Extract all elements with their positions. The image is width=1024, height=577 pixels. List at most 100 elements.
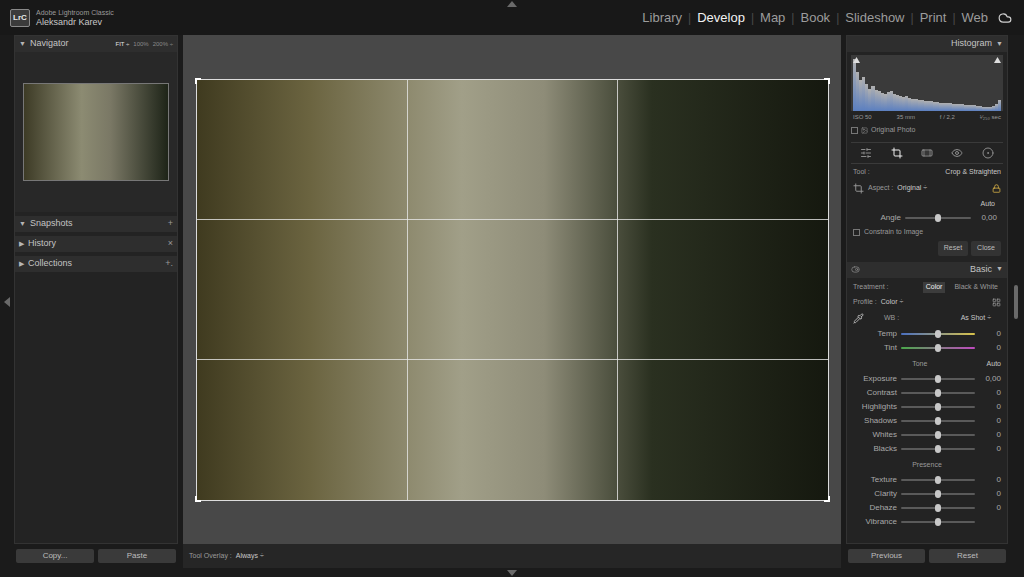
left-edge[interactable]	[0, 35, 14, 568]
bottom-edge[interactable]	[0, 568, 1024, 577]
bottom-button[interactable]: Copy...	[16, 549, 94, 563]
slider-track[interactable]	[901, 420, 975, 422]
checkbox[interactable]	[853, 229, 860, 236]
slider-thumb[interactable]	[935, 375, 941, 383]
panel-header[interactable]: ▶History×	[15, 236, 177, 252]
crop-handle[interactable]	[824, 496, 830, 502]
slider-track[interactable]	[901, 507, 975, 509]
profile-value[interactable]: Color ÷	[881, 297, 904, 308]
slider-thumb[interactable]	[935, 490, 941, 498]
navigator-header[interactable]: ▼NavigatorFIT ÷100%200% ÷	[15, 36, 177, 52]
treatment-option[interactable]: Color	[923, 282, 946, 293]
slider-track[interactable]	[901, 406, 975, 408]
slider-thumb[interactable]	[935, 417, 941, 425]
slider-track[interactable]	[901, 378, 975, 380]
treatment-option[interactable]: Black & White	[951, 282, 1001, 293]
slider-thumb[interactable]	[935, 344, 941, 352]
slider-thumb[interactable]	[935, 504, 941, 512]
tool-button[interactable]	[951, 147, 963, 159]
bottom-button[interactable]: Reset	[929, 549, 1006, 563]
aspect-value[interactable]: Original ÷	[897, 183, 927, 194]
lock-icon[interactable]	[992, 184, 1001, 193]
navigator-preview[interactable]	[23, 83, 169, 181]
slider-value[interactable]: 0	[979, 329, 1001, 339]
slider-value[interactable]: 0	[979, 503, 1001, 513]
crop-button[interactable]: Reset	[938, 241, 968, 256]
panel-action[interactable]: ×	[168, 237, 173, 251]
slider-value[interactable]: 0	[979, 430, 1001, 440]
clipping-indicator-icon[interactable]	[994, 57, 1001, 63]
slider-thumb[interactable]	[935, 445, 941, 453]
slider-value[interactable]: 0,00	[979, 374, 1001, 384]
module-tab[interactable]: Develop	[697, 8, 745, 28]
slider-track[interactable]	[901, 479, 975, 481]
slider-track[interactable]	[901, 434, 975, 436]
slider-track[interactable]	[901, 347, 975, 349]
bottom-button[interactable]: Paste	[98, 549, 176, 563]
tool-button[interactable]	[921, 147, 933, 159]
slider-thumb[interactable]	[935, 330, 941, 338]
panel-action[interactable]: +.	[165, 257, 173, 271]
filmstrip-arrow-icon[interactable]	[507, 570, 517, 576]
slider-value[interactable]: 0	[979, 416, 1001, 426]
wb-value[interactable]: As Shot ÷	[961, 313, 991, 324]
module-tab[interactable]: Slideshow	[845, 8, 904, 28]
cloud-sync-icon[interactable]	[998, 11, 1012, 25]
slider-thumb[interactable]	[935, 476, 941, 484]
slider-track[interactable]	[905, 217, 971, 219]
scrollbar-thumb[interactable]	[1014, 285, 1018, 319]
eyedropper-icon[interactable]	[853, 313, 864, 324]
slider-thumb[interactable]	[935, 518, 941, 526]
zoom-option[interactable]: 100%	[133, 40, 148, 49]
slider-value[interactable]: 0	[979, 388, 1001, 398]
crop-handle[interactable]	[824, 78, 830, 84]
histogram-header[interactable]: Histogram▼	[847, 36, 1007, 52]
top-panel-arrow-icon[interactable]	[507, 1, 517, 7]
panel-switch-icon[interactable]	[851, 265, 860, 274]
slider-value[interactable]: 0,00	[975, 213, 997, 223]
top-panel-toggle[interactable]	[507, 1, 517, 7]
toolbar-value[interactable]: Always ÷	[236, 551, 264, 562]
auto-tone-button[interactable]: Auto	[987, 359, 1001, 370]
slider-track[interactable]	[901, 392, 975, 394]
slider-value[interactable]: 0	[979, 343, 1001, 353]
panel-header[interactable]: ▼Snapshots+	[15, 216, 177, 232]
slider-value[interactable]: 0	[979, 402, 1001, 412]
slider-value[interactable]: 0	[979, 489, 1001, 499]
slider-track[interactable]	[901, 333, 975, 335]
slider-value[interactable]: 0	[979, 444, 1001, 454]
panel-header[interactable]: ▶Collections+.	[15, 256, 177, 272]
basic-header[interactable]: Basic▼	[847, 262, 1007, 278]
module-tab[interactable]: Map	[760, 8, 785, 28]
crop-frame-icon[interactable]	[853, 183, 864, 194]
module-tab[interactable]: Library	[642, 8, 682, 28]
crop-overlay[interactable]	[196, 79, 829, 501]
module-tab[interactable]: Print	[920, 8, 947, 28]
profile-browser-icon[interactable]	[992, 298, 1001, 307]
module-tab[interactable]: Web	[962, 8, 989, 28]
slider-track[interactable]	[901, 493, 975, 495]
zoom-option[interactable]: FIT ÷	[115, 40, 129, 49]
original-photo-toggle[interactable]: Original Photo	[851, 125, 1003, 136]
auto-button[interactable]: Auto	[975, 199, 1001, 210]
crop-button[interactable]: Close	[971, 241, 1001, 256]
crop-handle[interactable]	[195, 78, 201, 84]
photo[interactable]	[196, 79, 829, 501]
tool-button[interactable]	[860, 147, 872, 159]
slider-thumb[interactable]	[935, 389, 941, 397]
module-tab[interactable]: Book	[800, 8, 830, 28]
slider-track[interactable]	[901, 521, 975, 523]
histogram-chart[interactable]	[851, 55, 1003, 111]
constrain-toggle[interactable]: Constrain to Image	[853, 226, 1001, 238]
slider-thumb[interactable]	[935, 431, 941, 439]
slider-thumb[interactable]	[935, 214, 941, 222]
slider-track[interactable]	[901, 448, 975, 450]
zoom-option[interactable]: 200% ÷	[153, 40, 173, 49]
panel-action[interactable]: +	[168, 217, 173, 231]
left-panel-arrow-icon[interactable]	[4, 297, 10, 307]
clipping-indicator-icon[interactable]	[853, 57, 860, 63]
tool-button[interactable]	[891, 147, 903, 159]
crop-handle[interactable]	[195, 496, 201, 502]
slider-thumb[interactable]	[935, 403, 941, 411]
tool-button[interactable]	[982, 147, 994, 159]
